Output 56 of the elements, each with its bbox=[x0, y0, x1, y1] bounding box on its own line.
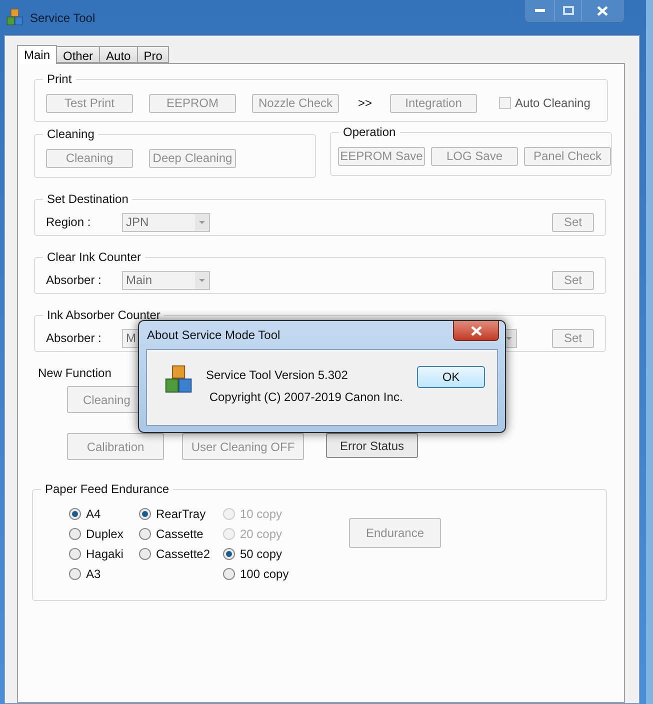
checkbox-label: Auto Cleaning bbox=[515, 95, 590, 112]
about-text: Service Tool Version 5.302 bbox=[206, 367, 349, 384]
dropdown[interactable]: Main bbox=[122, 270, 210, 290]
tab[interactable]: Pro bbox=[136, 46, 170, 63]
maximize-button[interactable] bbox=[554, 0, 581, 21]
caret-icon bbox=[195, 214, 209, 230]
group-title: Print bbox=[46, 71, 73, 88]
radio-button[interactable] bbox=[69, 548, 81, 560]
tab[interactable]: Auto bbox=[99, 46, 138, 63]
field-label: Absorber : bbox=[46, 272, 102, 289]
tab[interactable]: Other bbox=[56, 46, 100, 63]
radio-label: 50 copy bbox=[240, 546, 282, 563]
about-text: Copyright (C) 2007-2019 Canon Inc. bbox=[208, 389, 403, 406]
group-title: Clear Ink Counter bbox=[46, 249, 142, 266]
radio-label: A3 bbox=[86, 566, 101, 583]
radio-button[interactable] bbox=[69, 568, 81, 580]
group-title: Operation bbox=[342, 124, 397, 141]
radio-label: A4 bbox=[86, 506, 101, 523]
close-button[interactable] bbox=[453, 321, 499, 341]
group-title: Ink Absorber Counter bbox=[46, 307, 162, 324]
field-label: Absorber : bbox=[46, 330, 102, 347]
dropdown[interactable]: JPN bbox=[122, 212, 210, 232]
minimize-button[interactable] bbox=[526, 0, 554, 21]
close-icon bbox=[597, 6, 608, 16]
radio-label: Cassette bbox=[156, 526, 204, 543]
caret-icon bbox=[195, 272, 209, 288]
ok-button[interactable]: OK bbox=[417, 366, 485, 388]
radio-label: Duplex bbox=[86, 526, 124, 543]
dialog-title: About Service Mode Tool bbox=[147, 327, 280, 344]
group-title: Cleaning bbox=[46, 126, 96, 143]
group-title: Paper Feed Endurance bbox=[44, 481, 170, 498]
button[interactable]: Error Status bbox=[326, 433, 418, 458]
maximize-icon bbox=[562, 6, 574, 15]
radio-label: RearTray bbox=[156, 506, 206, 523]
radio-button[interactable] bbox=[69, 528, 81, 540]
radio-button[interactable] bbox=[69, 508, 81, 520]
blocks-icon bbox=[6, 8, 24, 26]
section-title: New Function bbox=[38, 365, 112, 382]
radio-button[interactable] bbox=[139, 548, 151, 560]
radio-button[interactable] bbox=[139, 508, 151, 520]
radio-label: 20 copy bbox=[240, 526, 282, 543]
close-icon bbox=[470, 326, 482, 336]
radio-button[interactable] bbox=[223, 568, 235, 580]
radio-label: Hagaki bbox=[86, 546, 124, 563]
field-label: Region : bbox=[46, 214, 92, 231]
radio-label: Cassette2 bbox=[156, 546, 210, 563]
radio-button[interactable] bbox=[139, 528, 151, 540]
tab[interactable]: Main bbox=[17, 45, 58, 64]
blocks-icon bbox=[164, 364, 194, 394]
group-title: Set Destination bbox=[46, 191, 130, 208]
double-arrow: >> bbox=[358, 95, 372, 112]
radio-label: 10 copy bbox=[240, 506, 282, 523]
minimize-icon bbox=[535, 8, 545, 12]
window-title: Service Tool bbox=[30, 10, 96, 27]
radio-button[interactable] bbox=[223, 548, 235, 560]
radio-label: 100 copy bbox=[240, 566, 289, 583]
